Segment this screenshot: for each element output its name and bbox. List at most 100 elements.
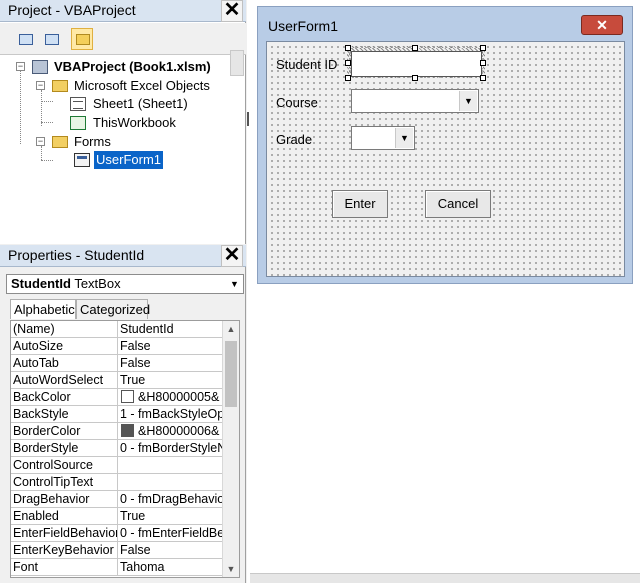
tab-alphabetic[interactable]: Alphabetic	[10, 299, 76, 319]
grade-combobox[interactable]: ▼	[351, 126, 415, 150]
property-value[interactable]: False	[120, 355, 222, 372]
property-value-text: 0 - fmEnterFieldBehaviorSelectAll	[120, 526, 222, 540]
collapse-icon[interactable]: −	[36, 81, 45, 90]
property-row[interactable]: Font Tahoma	[11, 559, 223, 576]
property-value-text: 0 - fmDragBehaviorDisabled	[120, 492, 222, 506]
student-id-label[interactable]: Student ID	[276, 57, 337, 72]
property-row[interactable]: AutoSize False	[11, 338, 223, 355]
property-name: Enabled	[13, 509, 59, 523]
property-row[interactable]: AutoWordSelect True	[11, 372, 223, 389]
property-row[interactable]: ControlSource	[11, 457, 223, 474]
cancel-button[interactable]: Cancel	[425, 190, 491, 218]
resize-handle[interactable]	[412, 45, 418, 51]
project-tree: − VBAProject (Book1.xlsm) − Microsoft Ex…	[0, 56, 246, 244]
property-row[interactable]: BorderStyle 0 - fmBorderStyleNone	[11, 440, 223, 457]
property-value[interactable]: 1 - fmBackStyleOpaque	[120, 406, 222, 423]
property-value[interactable]: False	[120, 338, 222, 355]
scroll-up-icon[interactable]: ▲	[223, 321, 239, 337]
color-swatch-icon	[121, 424, 134, 437]
grade-label[interactable]: Grade	[276, 132, 312, 147]
object-name: StudentId	[11, 276, 71, 291]
property-value[interactable]: &H80000005&	[120, 389, 222, 406]
view-object-icon	[45, 34, 59, 45]
vba-project-icon	[32, 60, 48, 74]
student-id-textbox[interactable]	[351, 51, 482, 77]
property-value[interactable]: StudentId	[120, 321, 222, 338]
property-name: AutoTab	[13, 356, 59, 370]
property-value[interactable]: Tahoma	[120, 559, 222, 576]
collapse-icon[interactable]: −	[36, 137, 45, 146]
property-scrollbar[interactable]: ▲ ▼	[222, 321, 239, 577]
object-type: TextBox	[74, 276, 121, 291]
margin-indicator	[247, 112, 249, 126]
property-value[interactable]	[120, 457, 222, 474]
userform-close-button[interactable]: ✕	[581, 15, 623, 35]
column-divider	[117, 559, 118, 576]
property-row[interactable]: BackStyle 1 - fmBackStyleOpaque	[11, 406, 223, 423]
property-value[interactable]: 0 - fmBorderStyleNone	[120, 440, 222, 457]
collapse-icon[interactable]: −	[16, 62, 25, 71]
column-divider	[117, 474, 118, 491]
property-name: EnterFieldBehavior	[13, 526, 117, 540]
property-value[interactable]: &H80000006&	[120, 423, 222, 440]
property-value[interactable]: False	[120, 542, 222, 559]
view-object-button[interactable]	[40, 28, 62, 50]
column-divider	[117, 338, 118, 355]
resize-handle[interactable]	[480, 45, 486, 51]
chevron-down-icon[interactable]: ▼	[395, 128, 413, 148]
column-divider	[117, 321, 118, 338]
property-row[interactable]: ControlTipText	[11, 474, 223, 491]
tab-categorized[interactable]: Categorized	[76, 299, 150, 319]
view-code-button[interactable]	[14, 28, 36, 50]
resize-handle[interactable]	[412, 75, 418, 81]
resize-handle[interactable]	[345, 60, 351, 66]
property-name: ControlTipText	[13, 475, 94, 489]
property-row[interactable]: BackColor &H80000005&	[11, 389, 223, 406]
property-row[interactable]: EnterFieldBehavior0 - fmEnterFieldBehavi…	[11, 525, 223, 542]
property-value[interactable]: 0 - fmEnterFieldBehaviorSelectAll	[120, 525, 222, 542]
course-label[interactable]: Course	[276, 95, 318, 110]
property-row[interactable]: BorderColor &H80000006&	[11, 423, 223, 440]
userform-icon	[74, 153, 90, 167]
property-row[interactable]: AutoTab False	[11, 355, 223, 372]
tree-label: VBAProject (Book1.xlsm)	[54, 59, 211, 74]
property-name: EnterKeyBehavior	[13, 543, 114, 557]
resize-handle[interactable]	[480, 60, 486, 66]
properties-pane-close-button[interactable]: ✕	[221, 245, 243, 267]
property-value[interactable]: True	[120, 372, 222, 389]
scroll-thumb[interactable]	[225, 341, 237, 407]
chevron-down-icon[interactable]: ▼	[226, 275, 243, 293]
folder-icon	[52, 80, 68, 92]
property-name: BackStyle	[13, 407, 69, 421]
property-value-text: True	[120, 509, 146, 523]
property-row[interactable]: EnterKeyBehavior False	[11, 542, 223, 559]
property-name: AutoSize	[13, 339, 64, 353]
property-value-text: &H80000006&	[138, 424, 220, 438]
toggle-folders-button[interactable]	[71, 28, 93, 50]
project-pane-close-button[interactable]: ✕	[221, 0, 243, 22]
course-combobox[interactable]: ▼	[351, 89, 479, 113]
column-divider	[117, 355, 118, 372]
property-name: BackColor	[13, 390, 71, 404]
tree-label: Forms	[74, 134, 111, 149]
column-divider	[117, 508, 118, 525]
enter-button[interactable]: Enter	[332, 190, 388, 218]
property-row[interactable]: DragBehavior 0 - fmDragBehaviorDisabled	[11, 491, 223, 508]
property-grid: Font Tahoma EnterKeyBehavior False EnterFiel…	[10, 320, 240, 578]
property-value[interactable]	[120, 474, 222, 491]
resize-handle[interactable]	[345, 75, 351, 81]
workbook-icon	[70, 116, 86, 130]
resize-handle[interactable]	[345, 45, 351, 51]
scroll-down-icon[interactable]: ▼	[223, 561, 239, 577]
tree-label: ThisWorkbook	[93, 115, 176, 130]
property-value-text: &H80000005&	[138, 390, 220, 404]
userform-canvas[interactable]: Student ID Course ▼ Grade ▼ Enter Cancel	[266, 41, 625, 277]
chevron-down-icon[interactable]: ▼	[459, 91, 477, 111]
object-selector[interactable]: StudentId TextBox ▼	[6, 274, 244, 294]
column-divider	[117, 491, 118, 508]
property-row[interactable]: Enabled True	[11, 508, 223, 525]
property-value[interactable]: 0 - fmDragBehaviorDisabled	[120, 491, 222, 508]
resize-handle[interactable]	[480, 75, 486, 81]
property-row[interactable]: (Name) StudentId	[11, 321, 223, 338]
property-value[interactable]: True	[120, 508, 222, 525]
